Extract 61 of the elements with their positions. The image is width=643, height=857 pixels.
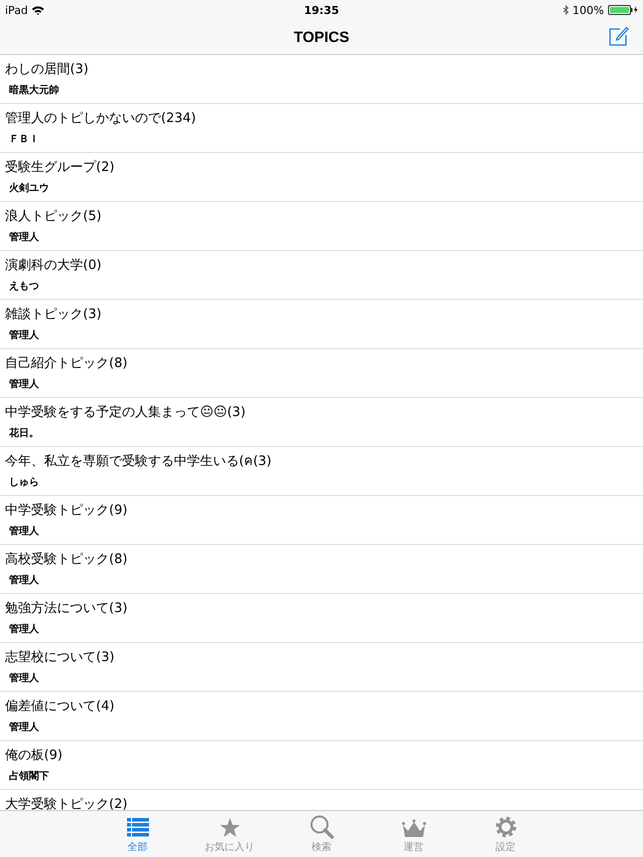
compose-icon[interactable]: [609, 26, 629, 46]
topic-author: 管理人: [8, 672, 40, 685]
topic-row[interactable]: 中学受験トピック(9) 管理人: [0, 496, 643, 545]
topic-title: 俺の板(9): [5, 747, 64, 764]
star-icon: [218, 817, 240, 839]
topic-title: 大学受験トピック(2): [5, 796, 128, 810]
topic-author: 火剣ユウ: [8, 182, 50, 195]
topic-author: 管理人: [8, 328, 40, 342]
topic-row[interactable]: 自己紹介トピック(8) 管理人: [0, 349, 643, 398]
search-icon: [310, 815, 334, 839]
topic-title: 管理人のトピしかないので(234): [5, 110, 197, 127]
topic-row[interactable]: 今年、私立を専願で受験する中学生いる(ค(3) しゅら: [0, 447, 643, 496]
nav-title: TOPICS: [294, 28, 350, 46]
topic-row[interactable]: 雑談トピック(3) 管理人: [0, 300, 643, 349]
topic-title: 演劇科の大学(0): [5, 257, 102, 274]
topic-author: ＦＢＩ: [8, 133, 40, 146]
topic-title: 浪人トピック(5): [5, 208, 102, 225]
crown-icon: [402, 819, 426, 839]
topic-row[interactable]: 大学受験トピック(2): [0, 790, 643, 810]
status-time: 19:35: [304, 4, 339, 16]
topic-title: 今年、私立を専願で受験する中学生いる(ค(3): [5, 453, 272, 470]
list-icon: [126, 817, 148, 839]
battery-percent: 100%: [572, 4, 604, 16]
topic-author: 管理人: [8, 230, 40, 244]
topic-title: 勉強方法について(3): [5, 600, 128, 617]
wifi-icon: [32, 6, 44, 14]
topic-title: 偏差値について(4): [5, 698, 116, 715]
topic-title: わしの居間(3): [5, 61, 90, 78]
tab[interactable]: 全部: [92, 811, 184, 857]
topic-title: 高校受験トピック(8): [5, 551, 128, 568]
device-name: iPad: [5, 4, 28, 16]
topic-author: 管理人: [8, 524, 40, 538]
topic-row[interactable]: 受験生グループ(2) 火剣ユウ: [0, 153, 643, 202]
topic-row[interactable]: わしの居間(3) 暗黒大元帥: [0, 55, 643, 104]
battery-icon: [608, 5, 638, 15]
topic-title: 受験生グループ(2): [5, 159, 116, 176]
bluetooth-icon: [562, 5, 569, 15]
topic-row[interactable]: 中学受験をする予定の人集まって😐😐(3) 花日。: [0, 398, 643, 447]
topic-title: 中学受験をする予定の人集まって😐😐(3): [5, 404, 247, 421]
topic-author: 管理人: [8, 720, 40, 734]
topic-title: 雑談トピック(3): [5, 306, 102, 323]
topic-row[interactable]: 演劇科の大学(0) えもつ: [0, 251, 643, 300]
topic-author: 管理人: [8, 378, 40, 391]
topic-author: えもつ: [8, 280, 40, 293]
topic-author: 管理人: [8, 622, 40, 636]
topic-author: 占領閣下: [8, 770, 50, 783]
topic-row[interactable]: 志望校について(3) 管理人: [0, 643, 643, 692]
topic-title: 志望校について(3): [5, 649, 116, 666]
topic-row[interactable]: 管理人のトピしかないので(234) ＦＢＩ: [0, 104, 643, 153]
topic-row[interactable]: 勉強方法について(3) 管理人: [0, 594, 643, 643]
settings-icon: [494, 815, 518, 839]
topic-title: 中学受験トピック(9): [5, 502, 128, 519]
topic-author: 花日。: [8, 426, 40, 440]
topic-row[interactable]: 高校受験トピック(8) 管理人: [0, 545, 643, 594]
topic-author: しゅら: [8, 476, 40, 489]
topic-author: 暗黒大元帥: [8, 83, 60, 97]
topic-row[interactable]: 偏差値について(4) 管理人: [0, 692, 643, 741]
topic-title: 自己紹介トピック(8): [5, 355, 128, 372]
topic-row[interactable]: 浪人トピック(5) 管理人: [0, 202, 643, 251]
topic-row[interactable]: 俺の板(9) 占領閣下: [0, 741, 643, 790]
topic-author: 管理人: [8, 574, 40, 587]
